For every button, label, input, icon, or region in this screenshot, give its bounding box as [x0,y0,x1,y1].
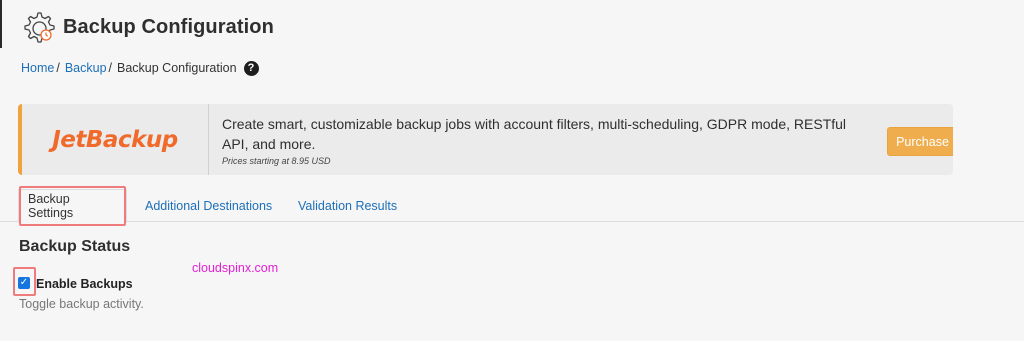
purchase-button[interactable]: Purchase [887,127,953,156]
tab-validation-results[interactable]: Validation Results [298,193,397,219]
jetbackup-logo-text: JetBackup [52,126,178,153]
enable-backups-checkbox[interactable]: ✓ [18,277,30,289]
left-edge-divider [0,0,2,48]
tab-additional-destinations[interactable]: Additional Destinations [145,193,272,219]
backup-gear-icon [24,12,55,43]
section-title: Backup Status [19,238,131,255]
watermark-text: cloudspinx.com [192,261,279,275]
enable-backups-label[interactable]: Enable Backups [36,277,133,291]
jetbackup-promo-banner: JetBackup Create smart, customizable bac… [18,104,953,175]
tab-label: Backup Settings [19,186,126,226]
promo-accent-bar [18,104,22,175]
tab-bar: Backup Settings Additional Destinations … [0,186,1024,226]
checkmark-icon: ✓ [19,277,29,288]
breadcrumb-separator: / [56,61,60,75]
page-header: Backup Configuration [21,9,274,45]
promo-text: Create smart, customizable backup jobs w… [209,114,859,166]
promo-price-note: Prices starting at 8.95 USD [222,155,331,166]
tab-backup-settings[interactable]: Backup Settings [18,186,127,226]
question-circle-icon[interactable]: ? [243,60,259,76]
breadcrumb-backup[interactable]: Backup [65,61,107,75]
jetbackup-logo: JetBackup [22,104,209,175]
breadcrumb-home[interactable]: Home [21,61,54,75]
breadcrumb-separator: / [108,61,113,75]
breadcrumb: Home / Backup / Backup Configuration ? [21,58,259,78]
breadcrumb-current: Backup Configuration [117,61,237,75]
enable-backups-help: Toggle backup activity. [19,297,144,311]
promo-description: Create smart, customizable backup jobs w… [222,115,847,152]
page-title: Backup Configuration [63,15,274,38]
